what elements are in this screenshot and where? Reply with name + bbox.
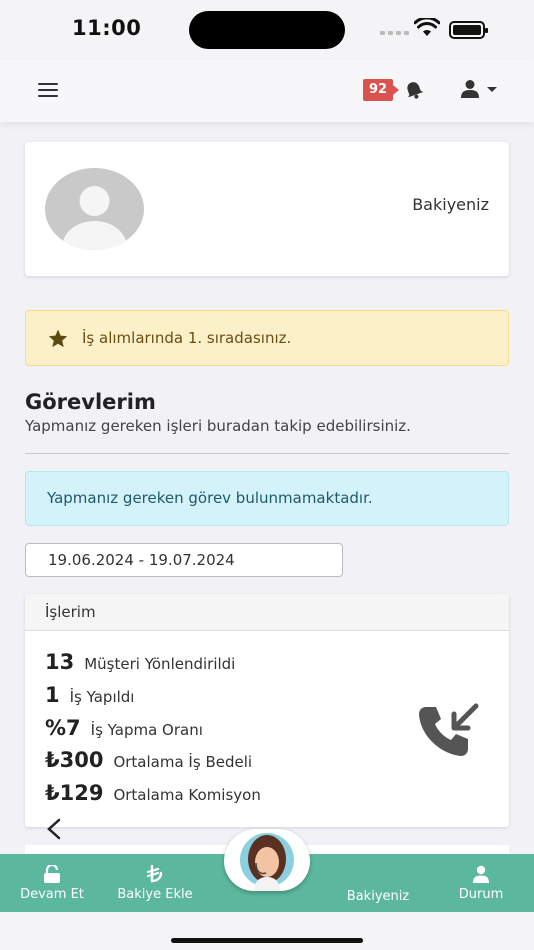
stat-value: ₺300 (45, 748, 104, 772)
status-time: 11:00 (72, 16, 142, 40)
incoming-call-icon (419, 703, 479, 756)
chevron-down-icon (487, 86, 497, 92)
date-range-input[interactable] (25, 543, 343, 577)
stat-value: %7 (45, 716, 81, 740)
tasks-title: Görevlerim (25, 390, 156, 414)
stat-label: Ortalama Komisyon (113, 786, 261, 804)
signal-icon (380, 31, 409, 35)
divider (25, 453, 509, 454)
stat-row: ₺129 Ortalama Komisyon (45, 781, 261, 805)
stats-header: İşlerim (25, 594, 509, 631)
support-agent-avatar[interactable] (224, 829, 310, 891)
stat-value: 13 (45, 650, 75, 674)
nav-balance-label: Bakiyeniz (346, 889, 410, 904)
stat-value: 1 (45, 683, 60, 707)
stat-value: ₺129 (45, 781, 104, 805)
user-icon (473, 865, 489, 883)
lock-open-icon (44, 864, 60, 883)
no-tasks-alert: Yapmanız gereken görev bulunmamaktadır. (25, 471, 509, 526)
stats-card: İşlerim 13 Müşteri Yönlendirildi 1 İş Ya… (25, 594, 509, 827)
stat-row: 1 İş Yapıldı (45, 683, 134, 707)
wifi-icon (414, 18, 440, 36)
stat-label: Müşteri Yönlendirildi (84, 655, 236, 673)
stat-label: Ortalama İş Bedeli (113, 753, 253, 771)
dynamic-island (189, 11, 345, 49)
profile-card: Bakiyeniz (25, 142, 509, 276)
rank-alert: İş alımlarında 1. sıradasınız. (25, 310, 509, 366)
stat-row: %7 İş Yapma Oranı (45, 716, 203, 740)
lira-icon (147, 864, 163, 882)
avatar (45, 168, 144, 250)
balance-label: Bakiyeniz (412, 195, 489, 214)
nav-continue-label: Devam Et (20, 886, 84, 902)
nav-balance[interactable]: Bakiyeniz (336, 854, 420, 912)
home-indicator[interactable] (171, 938, 363, 943)
stat-label: İş Yapma Oranı (90, 721, 203, 739)
nav-status-label: Durum (458, 886, 504, 902)
stat-label: İş Yapıldı (69, 688, 135, 706)
battery-icon (449, 21, 488, 39)
user-icon (461, 80, 479, 98)
tasks-subtitle: Yapmanız gereken işleri buradan takip ed… (25, 417, 411, 435)
notification-badge[interactable]: 92 (363, 79, 400, 101)
chevron-left-icon[interactable] (45, 818, 63, 840)
nav-status[interactable]: Durum (448, 854, 514, 912)
nav-continue[interactable]: Devam Et (10, 854, 94, 912)
stat-row: 13 Müşteri Yönlendirildi (45, 650, 235, 674)
status-bar: 11:00 (0, 0, 534, 60)
home-indicator-area (0, 912, 534, 950)
nav-add-balance[interactable]: Bakiye Ekle (110, 854, 200, 912)
support-agent-image (240, 833, 294, 891)
nav-add-balance-label: Bakiye Ekle (117, 886, 193, 902)
stat-row: ₺300 Ortalama İş Bedeli (45, 748, 252, 772)
top-navbar: 92 (0, 60, 534, 122)
bell-icon[interactable] (403, 80, 425, 100)
menu-icon[interactable] (38, 83, 58, 97)
user-menu[interactable] (460, 79, 497, 99)
rank-alert-text: İş alımlarında 1. sıradasınız. (82, 329, 292, 347)
star-icon (48, 329, 68, 347)
